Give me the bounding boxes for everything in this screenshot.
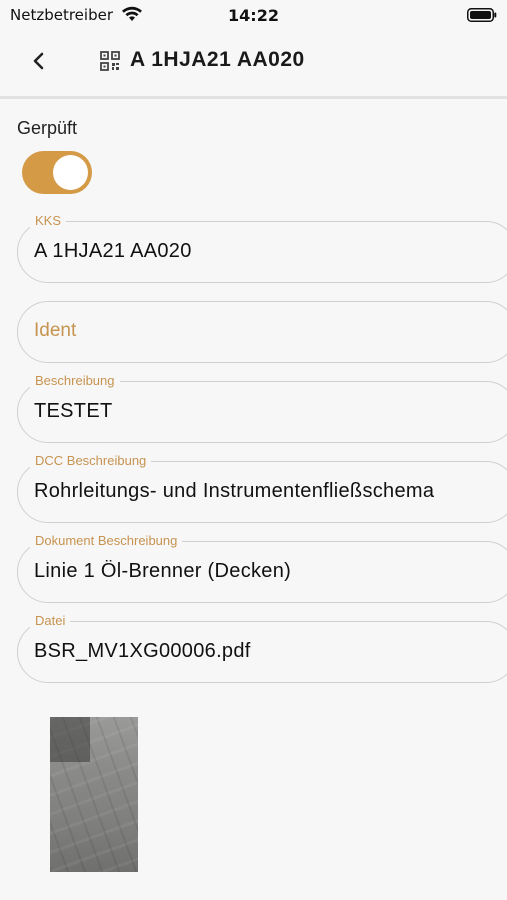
beschreibung-field[interactable]: Beschreibung TESTET xyxy=(17,373,507,443)
beschreibung-field-value: TESTET xyxy=(34,400,113,422)
status-bar: Netzbetreiber 14:22 xyxy=(0,0,507,32)
dcc-beschreibung-field-value: Rohrleitungs- und Instrumentenfließschem… xyxy=(34,480,435,502)
kks-field-label: KKS xyxy=(30,213,67,228)
checked-toggle[interactable] xyxy=(22,151,92,194)
ident-field[interactable]: Ident xyxy=(17,301,507,363)
battery-icon xyxy=(467,8,497,22)
dokument-beschreibung-field-value: Linie 1 Öl-Brenner (Decken) xyxy=(34,560,292,582)
kks-field[interactable]: KKS A 1HJA21 AA020 xyxy=(17,213,507,283)
qr-code-icon xyxy=(100,51,120,71)
photo-shadow xyxy=(50,717,90,762)
toggle-knob xyxy=(53,155,88,190)
dokument-beschreibung-field-label: Dokument Beschreibung xyxy=(30,533,183,548)
datei-field-value: BSR_MV1XG00006.pdf xyxy=(34,640,251,662)
dcc-beschreibung-field-label: DCC Beschreibung xyxy=(30,453,152,468)
clock: 14:22 xyxy=(228,6,279,25)
back-chevron-icon[interactable] xyxy=(28,50,50,72)
navigation-bar: A 1HJA21 AA020 xyxy=(0,32,507,99)
ident-field-placeholder: Ident xyxy=(34,320,77,341)
photo-thumbnail[interactable] xyxy=(50,717,138,872)
beschreibung-field-label: Beschreibung xyxy=(30,373,120,388)
kks-field-value: A 1HJA21 AA020 xyxy=(34,240,192,262)
dokument-beschreibung-field[interactable]: Dokument Beschreibung Linie 1 Öl-Brenner… xyxy=(17,533,507,603)
checked-toggle-label: Gerpüft xyxy=(17,118,78,138)
page-title: A 1HJA21 AA020 xyxy=(130,48,305,71)
dcc-beschreibung-field[interactable]: DCC Beschreibung Rohrleitungs- und Instr… xyxy=(17,453,507,523)
datei-field-label: Datei xyxy=(30,613,71,628)
datei-field[interactable]: Datei BSR_MV1XG00006.pdf xyxy=(17,613,507,683)
